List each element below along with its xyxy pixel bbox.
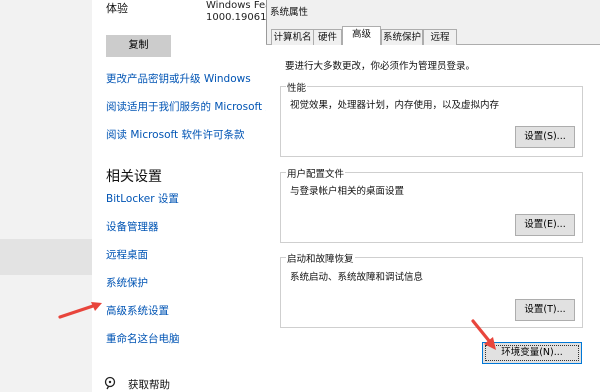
related-settings-heading: 相关设置 [106,169,162,185]
help-icon [104,376,116,390]
get-help-link[interactable]: 获取帮助 [128,377,170,392]
tab-system-protection[interactable]: 系统保护 [381,29,423,45]
performance-group-label: 性能 [286,80,308,94]
tab-remote[interactable]: 远程 [423,29,457,45]
spec-label: 体验 [106,2,128,15]
startup-recovery-group-label: 启动和故障恢复 [286,251,355,265]
related-link-bitlocker[interactable]: BitLocker 设置 [106,191,179,206]
nav-selected-highlight [0,239,92,275]
performance-settings-button[interactable]: 设置(S)... [515,126,575,148]
tab-hardware[interactable]: 硬件 [313,29,342,45]
services-agreement-link[interactable]: 阅读适用于我们服务的 Microsoft 服务 [106,99,266,114]
user-profiles-group-text: 与登录帐户相关的桌面设置 [290,186,405,197]
user-profiles-settings-button[interactable]: 设置(E)... [515,214,575,236]
performance-group-text: 视觉效果，处理器计划，内存使用，以及虚拟内存 [290,100,500,111]
dialog-title: 系统属性 [270,7,309,18]
user-profiles-group-label: 用户配置文件 [286,166,346,180]
related-link-advanced-system-settings[interactable]: 高级系统设置 [106,303,169,318]
related-link-device-manager[interactable]: 设备管理器 [106,219,159,234]
related-link-system-protection[interactable]: 系统保护 [106,275,148,290]
tab-computer-name[interactable]: 计算机名 [271,29,314,45]
related-link-rename-pc[interactable]: 重命名这台电脑 [106,331,180,346]
annotation-arrow-left [58,302,102,319]
spec-value: Windows Feature [206,0,270,11]
admin-notice: 要进行大多数更改，你必须作为管理员登录。 [285,61,476,72]
related-link-remote-desktop[interactable]: 远程桌面 [106,247,148,262]
tab-advanced[interactable]: 高级 [342,26,381,45]
license-terms-link[interactable]: 阅读 Microsoft 软件许可条款 [106,127,244,142]
nav-strip [0,0,92,392]
startup-recovery-settings-button[interactable]: 设置(T)... [515,299,575,321]
copy-button[interactable]: 复制 [106,35,171,57]
annotation-arrow-env [471,319,496,350]
startup-recovery-group-text: 系统启动、系统故障和调试信息 [290,272,424,283]
change-product-key-link[interactable]: 更改产品密钥或升级 Windows [106,71,251,86]
